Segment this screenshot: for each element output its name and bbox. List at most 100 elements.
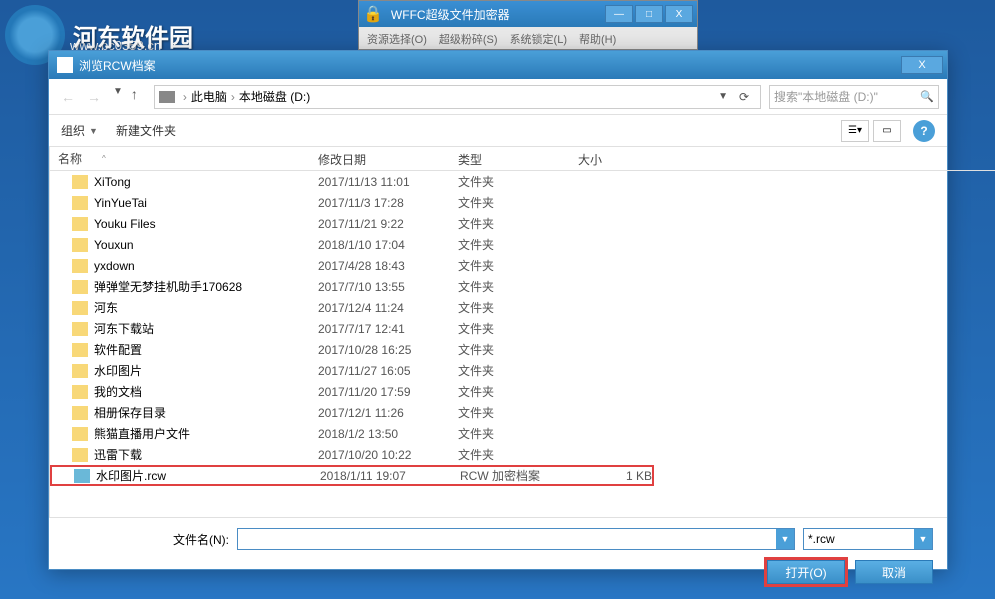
dialog-icon [57, 57, 73, 73]
dialog-title: 浏览RCW档案 [79, 57, 901, 74]
file-name: 软件配置 [94, 341, 142, 358]
filename-label: 文件名(N): [173, 531, 229, 548]
file-row[interactable]: 我的文档 2017/11/20 17:59 文件夹 [50, 381, 995, 402]
file-row[interactable]: 水印图片.rcw 2018/1/11 19:07 RCW 加密档案 1 KB [50, 465, 654, 486]
file-type: 文件夹 [450, 341, 570, 358]
parent-app-icon: 🔒 [363, 4, 383, 24]
back-button[interactable]: ← [57, 86, 79, 108]
menu-resource[interactable]: 资源选择(O) [367, 31, 427, 47]
menu-shred[interactable]: 超级粉碎(S) [439, 31, 498, 47]
folder-icon [72, 343, 88, 357]
organize-button[interactable]: 组织 ▼ [61, 122, 98, 139]
file-type: 文件夹 [450, 215, 570, 232]
help-button[interactable]: ? [913, 120, 935, 142]
file-type: 文件夹 [450, 446, 570, 463]
file-row[interactable]: 迅雷下载 2017/10/20 10:22 文件夹 [50, 444, 995, 465]
file-row[interactable]: yxdown 2017/4/28 18:43 文件夹 [50, 255, 995, 276]
file-row[interactable]: 河东 2017/12/4 11:24 文件夹 [50, 297, 995, 318]
history-dropdown[interactable]: ▼ [113, 86, 123, 108]
search-input[interactable]: 搜索"本地磁盘 (D:)" 🔍 [769, 85, 939, 109]
file-date: 2018/1/11 19:07 [312, 469, 452, 483]
view-details-button[interactable]: ☰▾ [841, 120, 869, 142]
file-date: 2017/11/13 11:01 [310, 175, 450, 189]
column-name[interactable]: 名称^ [50, 147, 310, 170]
breadcrumb-drive[interactable]: 本地磁盘 (D:) [239, 88, 310, 105]
folder-icon [72, 322, 88, 336]
dialog-titlebar[interactable]: 浏览RCW档案 X [49, 51, 947, 79]
file-row[interactable]: 熊猫直播用户文件 2018/1/2 13:50 文件夹 [50, 423, 995, 444]
watermark-text: 河东软件园 [73, 18, 193, 53]
file-date: 2017/11/20 17:59 [310, 385, 450, 399]
dialog-close-button[interactable]: X [901, 56, 943, 74]
folder-icon [72, 196, 88, 210]
folder-icon [72, 217, 88, 231]
file-date: 2017/11/27 16:05 [310, 364, 450, 378]
file-date: 2017/7/10 13:55 [310, 280, 450, 294]
folder-icon [72, 280, 88, 294]
breadcrumb-sep: › [231, 90, 235, 104]
file-row[interactable]: Youku Files 2017/11/21 9:22 文件夹 [50, 213, 995, 234]
file-dialog: 浏览RCW档案 X ← → ▼ ↑ › 此电脑 › 本地磁盘 (D:) ▼ ⟳ … [48, 50, 948, 570]
minimize-button[interactable]: — [605, 5, 633, 23]
file-type: 文件夹 [450, 236, 570, 253]
file-row[interactable]: Youxun 2018/1/10 17:04 文件夹 [50, 234, 995, 255]
filter-dropdown-button[interactable]: ▼ [914, 529, 932, 549]
view-preview-button[interactable]: ▭ [873, 120, 901, 142]
column-date[interactable]: 修改日期 [310, 147, 450, 170]
menu-lock[interactable]: 系统锁定(L) [510, 31, 567, 47]
drive-icon [159, 91, 175, 103]
cancel-button[interactable]: 取消 [855, 560, 933, 584]
file-row[interactable]: 水印图片 2017/11/27 16:05 文件夹 [50, 360, 995, 381]
filename-input[interactable]: ▼ [237, 528, 795, 550]
parent-menu: 资源选择(O) 超级粉碎(S) 系统锁定(L) 帮助(H) [359, 27, 697, 51]
folder-icon [72, 238, 88, 252]
filter-select[interactable]: *.rcw ▼ [803, 528, 933, 550]
breadcrumb[interactable]: › 此电脑 › 本地磁盘 (D:) ▼ ⟳ [154, 85, 761, 109]
file-date: 2018/1/2 13:50 [310, 427, 450, 441]
close-button[interactable]: X [665, 5, 693, 23]
breadcrumb-pc[interactable]: 此电脑 [191, 88, 227, 105]
refresh-button[interactable]: ⟳ [732, 90, 756, 104]
column-size[interactable]: 大小 [570, 147, 650, 170]
file-row[interactable]: 软件配置 2017/10/28 16:25 文件夹 [50, 339, 995, 360]
folder-icon [72, 301, 88, 315]
chevron-down-icon: ▼ [89, 126, 98, 136]
parent-titlebar: 🔒 WFFC超级文件加密器 — □ X [359, 1, 697, 27]
file-date: 2018/1/10 17:04 [310, 238, 450, 252]
content-area: ▾★快速访问 桌面📌 ⬇下载📌 文档📌 图片📌 河东软件园 图片 图片素材 文档… [49, 147, 947, 517]
file-row[interactable]: 河东下载站 2017/7/17 12:41 文件夹 [50, 318, 995, 339]
breadcrumb-sep: › [183, 90, 187, 104]
toolbar: 组织 ▼ 新建文件夹 ☰▾ ▭ ? [49, 115, 947, 147]
column-type[interactable]: 类型 [450, 147, 570, 170]
folder-icon [72, 175, 88, 189]
file-row[interactable]: XiTong 2017/11/13 11:01 文件夹 [50, 171, 995, 192]
file-name: YinYueTai [94, 196, 147, 210]
file-name: 河东 [94, 299, 118, 316]
forward-button[interactable]: → [83, 86, 105, 108]
breadcrumb-dropdown[interactable]: ▼ [714, 91, 732, 102]
file-header: 名称^ 修改日期 类型 大小 [50, 147, 995, 171]
new-folder-button[interactable]: 新建文件夹 [116, 122, 176, 139]
file-date: 2017/7/17 12:41 [310, 322, 450, 336]
file-row[interactable]: 弹弹堂无梦挂机助手170628 2017/7/10 13:55 文件夹 [50, 276, 995, 297]
file-type: 文件夹 [450, 320, 570, 337]
file-size: 1 KB [572, 469, 652, 483]
open-button[interactable]: 打开(O) [767, 560, 845, 584]
file-type: 文件夹 [450, 425, 570, 442]
folder-icon [72, 364, 88, 378]
folder-icon [72, 448, 88, 462]
file-type: 文件夹 [450, 362, 570, 379]
file-name: 我的文档 [94, 383, 142, 400]
file-name: 河东下载站 [94, 320, 154, 337]
file-type: 文件夹 [450, 173, 570, 190]
filename-dropdown-button[interactable]: ▼ [776, 529, 794, 549]
file-row[interactable]: YinYueTai 2017/11/3 17:28 文件夹 [50, 192, 995, 213]
file-row[interactable]: 相册保存目录 2017/12/1 11:26 文件夹 [50, 402, 995, 423]
file-list: XiTong 2017/11/13 11:01 文件夹 YinYueTai 20… [50, 171, 995, 517]
maximize-button[interactable]: □ [635, 5, 663, 23]
file-date: 2017/11/21 9:22 [310, 217, 450, 231]
menu-help[interactable]: 帮助(H) [579, 31, 616, 47]
file-name: Youku Files [94, 217, 156, 231]
up-button[interactable]: ↑ [131, 86, 138, 108]
rcw-file-icon [74, 469, 90, 483]
